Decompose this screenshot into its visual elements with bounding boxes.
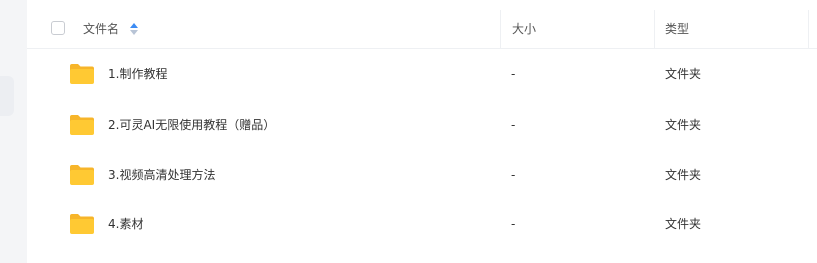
file-size: - [511, 168, 516, 182]
file-list-panel: 文件名 大小 类型 1.制作教程 - 文件夹 2.可灵AI无限使用教程（赠品） … [27, 0, 817, 263]
column-divider [500, 10, 501, 48]
table-row[interactable]: 3.视频高清处理方法 - 文件夹 [27, 149, 817, 199]
table-row[interactable]: 1.制作教程 - 文件夹 [27, 49, 817, 99]
column-header-type[interactable]: 类型 [665, 10, 689, 48]
file-type: 文件夹 [665, 67, 702, 81]
column-header-name[interactable]: 文件名 [83, 10, 119, 48]
file-name[interactable]: 2.可灵AI无限使用教程（赠品） [108, 117, 275, 133]
file-type: 文件夹 [665, 217, 702, 231]
column-header-size[interactable]: 大小 [512, 10, 536, 48]
file-list-header: 文件名 大小 类型 [27, 10, 817, 49]
table-row[interactable]: 2.可灵AI无限使用教程（赠品） - 文件夹 [27, 99, 817, 149]
column-divider [808, 10, 809, 48]
file-name[interactable]: 1.制作教程 [108, 66, 167, 82]
file-size: - [511, 118, 516, 132]
folder-icon [70, 214, 94, 234]
file-size: - [511, 217, 516, 231]
side-panel-tab[interactable] [0, 76, 14, 116]
file-type: 文件夹 [665, 168, 702, 182]
folder-icon [70, 115, 94, 135]
file-name[interactable]: 3.视频高清处理方法 [108, 167, 215, 183]
folder-icon [70, 165, 94, 185]
sort-icon[interactable] [130, 23, 138, 35]
file-size: - [511, 67, 516, 81]
file-name[interactable]: 4.素材 [108, 216, 143, 232]
select-all-checkbox[interactable] [51, 21, 65, 35]
folder-icon [70, 64, 94, 84]
file-type: 文件夹 [665, 118, 702, 132]
table-row[interactable]: 4.素材 - 文件夹 [27, 199, 817, 249]
column-divider [654, 10, 655, 48]
